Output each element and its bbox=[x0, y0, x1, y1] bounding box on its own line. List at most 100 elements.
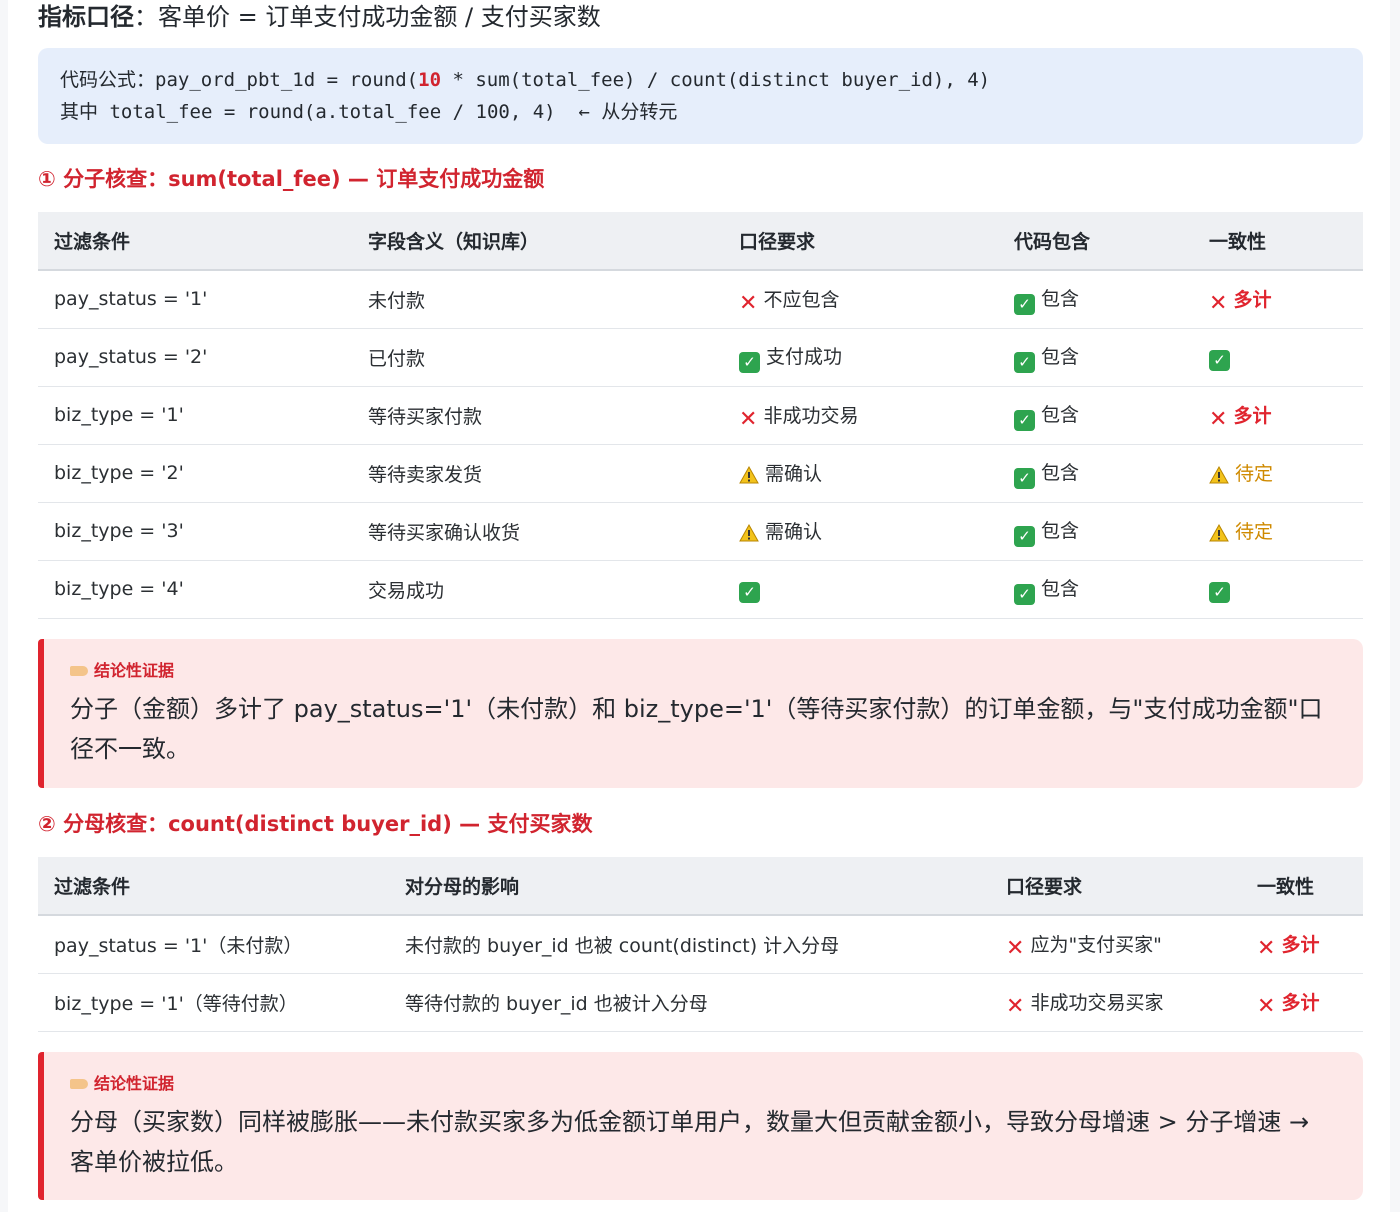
table-row: biz_type = '1' 等待买家付款 ✕ 非成功交易 ✓ 包含 ✕ 多计 bbox=[38, 386, 1363, 445]
check-icon: ✓ bbox=[1014, 525, 1035, 547]
section1-title: ① 分子核查：sum(total_fee) — 订单支付成功金额 bbox=[38, 167, 545, 191]
filter-cell: pay_status = '1'（未付款） bbox=[38, 915, 389, 974]
table-row: biz_type = '4' 交易成功 ✓ ✓ 包含 ✓ bbox=[38, 560, 1363, 619]
consistency-cell: ✓ bbox=[1193, 328, 1363, 387]
column-header: 代码包含 bbox=[998, 212, 1193, 271]
requirement-cell-text: 支付成功 bbox=[766, 345, 843, 368]
consistency-cell: ✕ 多计 bbox=[1193, 270, 1363, 329]
included-cell-text: 包含 bbox=[1041, 345, 1080, 368]
meaning-cell-text: 等待买家付款 bbox=[368, 405, 483, 428]
conclusion-callout-1: 结论性证据 分子（金额）多计了 pay_status='1'（未付款）和 biz… bbox=[38, 639, 1363, 788]
column-header: 口径要求 bbox=[990, 857, 1241, 916]
included-cell: ✓ 包含 bbox=[998, 560, 1193, 619]
check-icon: ✓ bbox=[1014, 583, 1035, 605]
tag-icon bbox=[70, 1079, 88, 1089]
cross-icon: ✕ bbox=[1257, 935, 1276, 961]
meaning-cell-text: 未付款 bbox=[368, 289, 426, 312]
meaning-cell: 等待买家确认收货 bbox=[352, 502, 723, 561]
section2-title: ② 分母核查：count(distinct buyer_id) — 支付买家数 bbox=[38, 812, 593, 836]
tag-icon bbox=[70, 666, 88, 676]
filter-cell: biz_type = '4' bbox=[38, 560, 352, 619]
check-icon: ✓ bbox=[1014, 293, 1035, 315]
callout-tag-label: 结论性证据 bbox=[94, 661, 175, 680]
consistency-cell-text: 多计 bbox=[1281, 991, 1320, 1014]
table-row: pay_status = '2' 已付款 ✓ 支付成功 ✓ 包含 ✓ bbox=[38, 328, 1363, 387]
included-cell-text: 包含 bbox=[1041, 287, 1080, 310]
requirement-cell-text: 需确认 bbox=[765, 463, 823, 485]
table-row: pay_status = '1'（未付款） 未付款的 buyer_id 也被 co… bbox=[38, 915, 1363, 974]
requirement-cell: 需确认 bbox=[723, 444, 998, 503]
cross-icon: ✕ bbox=[739, 406, 758, 432]
consistency-cell: 待定 bbox=[1193, 444, 1363, 503]
filter-cell-text: pay_status = '2' bbox=[54, 346, 208, 368]
column-header: 一致性 bbox=[1241, 857, 1363, 916]
warning-icon bbox=[1209, 465, 1229, 487]
warning-icon bbox=[1209, 523, 1229, 545]
filter-cell: biz_type = '2' bbox=[38, 444, 352, 503]
requirement-cell: ✓ 支付成功 bbox=[723, 328, 998, 387]
included-cell: ✓ 包含 bbox=[998, 386, 1193, 445]
consistency-cell-text: 多计 bbox=[1233, 288, 1272, 311]
table-row: biz_type = '1'（等待付款） 等待付款的 buyer_id 也被计入分… bbox=[38, 973, 1363, 1032]
filter-cell-text: biz_type = '1'（等待付款） bbox=[54, 992, 298, 1015]
document-page: 指标口径：客单价 = 订单支付成功金额 / 支付买家数 代码公式：pay_ord… bbox=[8, 0, 1390, 1212]
cross-icon: ✕ bbox=[739, 290, 758, 316]
filter-cell-text: pay_status = '1'（未付款） bbox=[54, 934, 303, 957]
requirement-cell: ✕ 不应包含 bbox=[723, 270, 998, 329]
requirement-cell-text: 需确认 bbox=[765, 521, 823, 543]
code-line1-b: * sum(total_fee) / count(distinct buyer_… bbox=[441, 69, 991, 91]
requirement-cell-text: 非成功交易买家 bbox=[1030, 991, 1164, 1014]
check-icon: ✓ bbox=[1014, 409, 1035, 431]
code-line1-highlight: 10 bbox=[418, 69, 442, 91]
table-row: biz_type = '2' 等待卖家发货 需确认 ✓ 包含 待定 bbox=[38, 444, 1363, 503]
metric-colon: ： bbox=[134, 3, 158, 31]
consistency-cell-text: 多计 bbox=[1281, 933, 1320, 956]
consistency-cell: ✕ 多计 bbox=[1193, 386, 1363, 445]
callout-text: 分母（买家数）同样被膨胀——未付款买家多为低金额订单用户，数量大但贡献金额小，导… bbox=[70, 1108, 1310, 1176]
cross-icon: ✕ bbox=[1006, 935, 1025, 961]
impact-cell: 等待付款的 buyer_id 也被计入分母 bbox=[389, 973, 990, 1032]
filter-cell-text: biz_type = '2' bbox=[54, 462, 184, 484]
impact-cell: 未付款的 buyer_id 也被 count(distinct) 计入分母 bbox=[389, 915, 990, 974]
callout-tag: 结论性证据 bbox=[70, 659, 1337, 683]
included-cell-text: 包含 bbox=[1041, 403, 1080, 426]
filter-cell: pay_status = '2' bbox=[38, 328, 352, 387]
filter-cell: biz_type = '1'（等待付款） bbox=[38, 973, 389, 1032]
requirement-cell: ✕ 非成功交易买家 bbox=[990, 973, 1241, 1032]
cross-icon: ✕ bbox=[1209, 406, 1228, 432]
code-line2-suffix: 从分转元 bbox=[601, 101, 678, 123]
consistency-cell-text: 待定 bbox=[1235, 463, 1274, 485]
requirement-cell: ✕ 非成功交易 bbox=[723, 386, 998, 445]
filter-cell: biz_type = '1' bbox=[38, 386, 352, 445]
requirement-cell-text: 非成功交易 bbox=[763, 404, 859, 427]
consistency-cell: 待定 bbox=[1193, 502, 1363, 561]
filter-cell-text: biz_type = '1' bbox=[54, 404, 184, 426]
requirement-cell-text: 应为"支付买家" bbox=[1030, 933, 1162, 956]
cross-icon: ✕ bbox=[1209, 290, 1228, 316]
column-header: 口径要求 bbox=[723, 212, 998, 271]
denominator-check-table: 过滤条件 对分母的影响 口径要求 一致性 pay_status = '1'（未付款） 未… bbox=[38, 857, 1363, 1032]
check-icon: ✓ bbox=[1209, 581, 1230, 603]
check-icon: ✓ bbox=[1014, 467, 1035, 489]
meaning-cell: 未付款 bbox=[352, 270, 723, 329]
requirement-cell-text: 不应包含 bbox=[763, 288, 840, 311]
code-formula-box: 代码公式：pay_ord_pbt_1d = round(10 * sum(tot… bbox=[38, 48, 1363, 144]
filter-cell-text: biz_type = '4' bbox=[54, 578, 184, 600]
column-header: 过滤条件 bbox=[38, 212, 352, 271]
included-cell: ✓ 包含 bbox=[998, 270, 1193, 329]
impact-cell-text: 等待付款的 buyer_id 也被计入分母 bbox=[405, 992, 708, 1015]
code-line2-prefix: 其中 bbox=[60, 101, 99, 123]
included-cell: ✓ 包含 bbox=[998, 444, 1193, 503]
warning-icon bbox=[739, 523, 759, 545]
column-header: 过滤条件 bbox=[38, 857, 389, 916]
metric-definition: 指标口径：客单价 = 订单支付成功金额 / 支付买家数 bbox=[38, 0, 601, 36]
consistency-cell-text: 待定 bbox=[1235, 521, 1274, 543]
included-cell-text: 包含 bbox=[1041, 519, 1080, 542]
meaning-cell-text: 交易成功 bbox=[368, 579, 445, 602]
meaning-cell-text: 等待买家确认收货 bbox=[368, 521, 521, 544]
column-header: 对分母的影响 bbox=[389, 857, 990, 916]
callout-tag-label: 结论性证据 bbox=[94, 1074, 175, 1093]
table-row: pay_status = '1' 未付款 ✕ 不应包含 ✓ 包含 ✕ 多计 bbox=[38, 270, 1363, 329]
metric-formula: 客单价 = 订单支付成功金额 / 支付买家数 bbox=[158, 3, 601, 31]
filter-cell-text: pay_status = '1' bbox=[54, 288, 208, 311]
